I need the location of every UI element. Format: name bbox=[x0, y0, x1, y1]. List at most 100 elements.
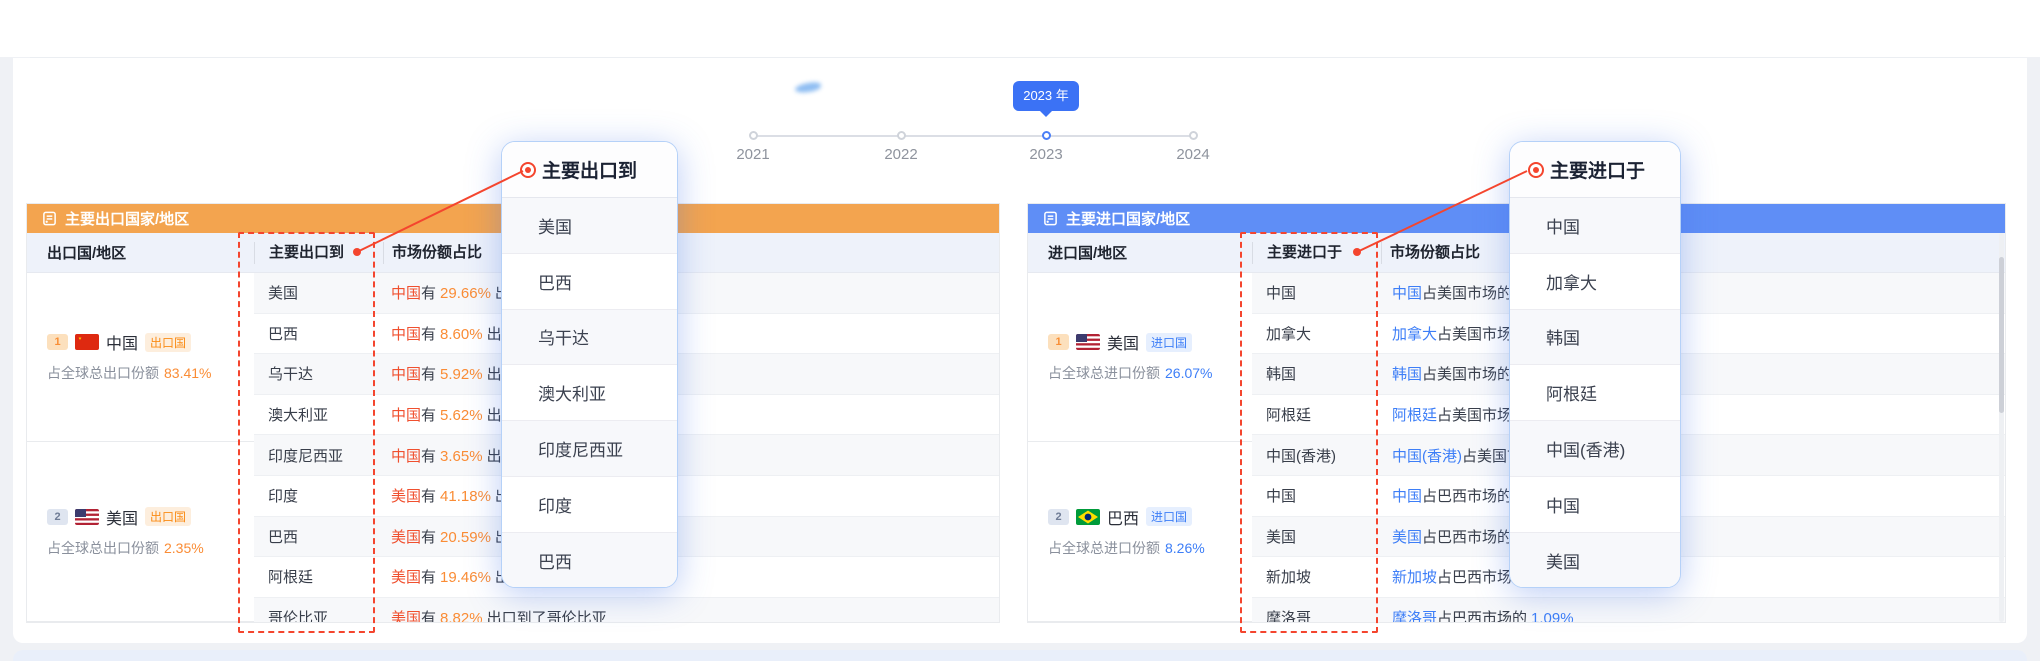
china-flag-icon bbox=[75, 334, 99, 350]
usa-flag-icon bbox=[1076, 334, 1100, 350]
popup-list-item[interactable]: 中国 bbox=[1510, 198, 1680, 254]
exporter-name: 美国 bbox=[391, 529, 421, 546]
popup-list-item[interactable]: 中国(香港) bbox=[1510, 421, 1680, 477]
slider-tick-2021[interactable] bbox=[749, 131, 758, 140]
country-name: 美国 bbox=[106, 505, 138, 529]
popup-list-item[interactable]: 中国 bbox=[1510, 477, 1680, 533]
popup-list-item[interactable]: 澳大利亚 bbox=[502, 365, 677, 421]
share-percent: 3.65% bbox=[440, 448, 483, 465]
slider-tick-2022[interactable] bbox=[897, 131, 906, 140]
destination-cell: 澳大利亚 bbox=[254, 404, 383, 425]
table-doc-icon bbox=[1043, 211, 1058, 226]
source-name: 新加坡 bbox=[1392, 569, 1437, 586]
popup-list-item[interactable]: 韩国 bbox=[1510, 310, 1680, 366]
exporter-name: 美国 bbox=[391, 569, 421, 586]
source-cell: 中国 bbox=[1252, 485, 1384, 506]
source-cell: 摩洛哥 bbox=[1252, 607, 1384, 623]
import-table-row[interactable]: 摩洛哥 摩洛哥占巴西市场的1.09% bbox=[1252, 598, 2005, 623]
share-percent: 26.07% bbox=[1165, 365, 1212, 381]
year-label-2024[interactable]: 2024 bbox=[1163, 146, 1223, 163]
popup-list-item[interactable]: 印度尼西亚 bbox=[502, 421, 677, 477]
import-table-scrollbar-thumb[interactable] bbox=[1999, 257, 2004, 413]
year-label-2022[interactable]: 2022 bbox=[871, 146, 931, 163]
market-share-cell: 中国有8.60%出口到了巴西 bbox=[383, 323, 999, 344]
market-share-cell: 阿根廷占美国市场的 bbox=[1384, 404, 2005, 425]
page-header bbox=[0, 0, 2040, 57]
popup-list-item[interactable]: 阿根廷 bbox=[1510, 365, 1680, 421]
source-cell: 韩国 bbox=[1252, 363, 1384, 384]
market-share-cell: 中国有29.66%出口到了美国 bbox=[383, 282, 999, 303]
destination-cell: 阿根廷 bbox=[254, 566, 383, 587]
source-cell: 加拿大 bbox=[1252, 323, 1384, 344]
target-icon bbox=[520, 162, 536, 178]
year-label-2021[interactable]: 2021 bbox=[723, 146, 783, 163]
col-export-to: 主要出口到 bbox=[254, 242, 383, 264]
exporter-name: 中国 bbox=[391, 448, 421, 465]
popup-list-item[interactable]: 美国 bbox=[502, 198, 677, 254]
usa-flag-icon bbox=[75, 509, 99, 525]
destination-cell: 乌干达 bbox=[254, 363, 383, 384]
market-share-cell: 中国有5.62%出口到了澳大利亚 bbox=[383, 404, 999, 425]
source-name: 中国 bbox=[1392, 285, 1422, 302]
destination-cell: 印度尼西亚 bbox=[254, 445, 383, 466]
global-share-line: 占全球总出口份额83.41% bbox=[47, 363, 254, 383]
year-label-2023[interactable]: 2023 bbox=[1016, 146, 1076, 163]
source-name: 韩国 bbox=[1392, 366, 1422, 383]
market-share-cell: 中国占巴西市场的 bbox=[1384, 485, 2005, 506]
country-name: 中国 bbox=[106, 330, 138, 354]
popup-list-item[interactable]: 美国 bbox=[1510, 533, 1680, 588]
popup-list-item[interactable]: 加拿大 bbox=[1510, 254, 1680, 310]
import-popup-list: 中国 加拿大 韩国 阿根廷 中国(香港) 中国 美国 bbox=[1510, 198, 1680, 588]
rank-badge: 2 bbox=[47, 509, 68, 525]
source-cell: 新加坡 bbox=[1252, 566, 1384, 587]
rank-badge: 1 bbox=[47, 334, 68, 350]
global-share-line: 占全球总进口份额26.07% bbox=[1048, 363, 1252, 383]
rank-badge: 1 bbox=[1048, 334, 1069, 350]
source-name: 摩洛哥 bbox=[1392, 610, 1437, 623]
popup-list-item[interactable]: 巴西 bbox=[502, 254, 677, 310]
import-from-popup: 主要进口于 中国 加拿大 韩国 阿根廷 中国(香港) 中国 美国 bbox=[1509, 141, 1681, 588]
market-share-cell: 摩洛哥占巴西市场的1.09% bbox=[1384, 607, 2005, 623]
slider-tick-2023[interactable] bbox=[1042, 131, 1051, 140]
export-table-row[interactable]: 哥伦比亚 美国有8.82%出口到了哥伦比亚 bbox=[254, 598, 999, 623]
market-share-cell: 美国有41.18%出口到了印度 bbox=[383, 485, 999, 506]
market-share-cell: 美国有20.59%出口到了巴西 bbox=[383, 526, 999, 547]
year-slider-track[interactable] bbox=[753, 135, 1193, 137]
destination-cell: 巴西 bbox=[254, 526, 383, 547]
popup-list-item[interactable]: 印度 bbox=[502, 477, 677, 533]
exporter-name: 美国 bbox=[391, 488, 421, 505]
share-percent: 20.59% bbox=[440, 529, 491, 546]
market-share-cell: 韩国占美国市场的 bbox=[1384, 363, 2005, 384]
exporter-tag: 出口国 bbox=[145, 333, 191, 352]
share-percent: 1.09% bbox=[1531, 610, 1574, 623]
export-group-usa[interactable]: 2 美国 出口国 占全球总出口份额2.35% bbox=[27, 442, 254, 622]
import-table-title: 主要进口国家/地区 bbox=[1066, 208, 1190, 229]
importer-tag: 进口国 bbox=[1146, 507, 1192, 526]
exporter-tag: 出口国 bbox=[145, 507, 191, 526]
country-name: 美国 bbox=[1107, 330, 1139, 354]
source-name: 加拿大 bbox=[1392, 326, 1437, 343]
export-group-china[interactable]: 1 中国 出口国 占全球总出口份额83.41% bbox=[27, 273, 254, 442]
popup-list-item[interactable]: 巴西 bbox=[502, 533, 677, 588]
import-group-usa[interactable]: 1 美国 进口国 占全球总进口份额26.07% bbox=[1028, 273, 1252, 442]
source-cell: 中国(香港) bbox=[1252, 445, 1384, 466]
share-percent: 5.62% bbox=[440, 407, 483, 424]
next-section-card-top bbox=[13, 650, 2027, 661]
market-share-cell: 中国(香港)占美国市场的 bbox=[1384, 445, 2005, 466]
share-percent: 2.35% bbox=[164, 540, 204, 556]
share-percent: 5.92% bbox=[440, 366, 483, 383]
source-name: 中国 bbox=[1392, 488, 1422, 505]
import-popup-header: 主要进口于 bbox=[1510, 142, 1680, 198]
popup-list-item[interactable]: 乌干达 bbox=[502, 310, 677, 366]
slider-tick-2024[interactable] bbox=[1189, 131, 1198, 140]
destination-cell: 美国 bbox=[254, 282, 383, 303]
export-to-popup: 主要出口到 美国 巴西 乌干达 澳大利亚 印度尼西亚 印度 巴西 bbox=[501, 141, 678, 588]
col-import-from: 主要进口于 bbox=[1252, 242, 1381, 264]
market-share-cell: 中国占美国市场的 bbox=[1384, 282, 2005, 303]
market-share-cell: 美国有19.46%出口到了阿根廷 bbox=[383, 566, 999, 587]
share-percent: 8.60% bbox=[440, 326, 483, 343]
importer-tag: 进口国 bbox=[1146, 333, 1192, 352]
share-percent: 19.46% bbox=[440, 569, 491, 586]
import-group-brazil[interactable]: 2 巴西 进口国 占全球总进口份额8.26% bbox=[1028, 442, 1252, 622]
share-percent: 29.66% bbox=[440, 285, 491, 302]
